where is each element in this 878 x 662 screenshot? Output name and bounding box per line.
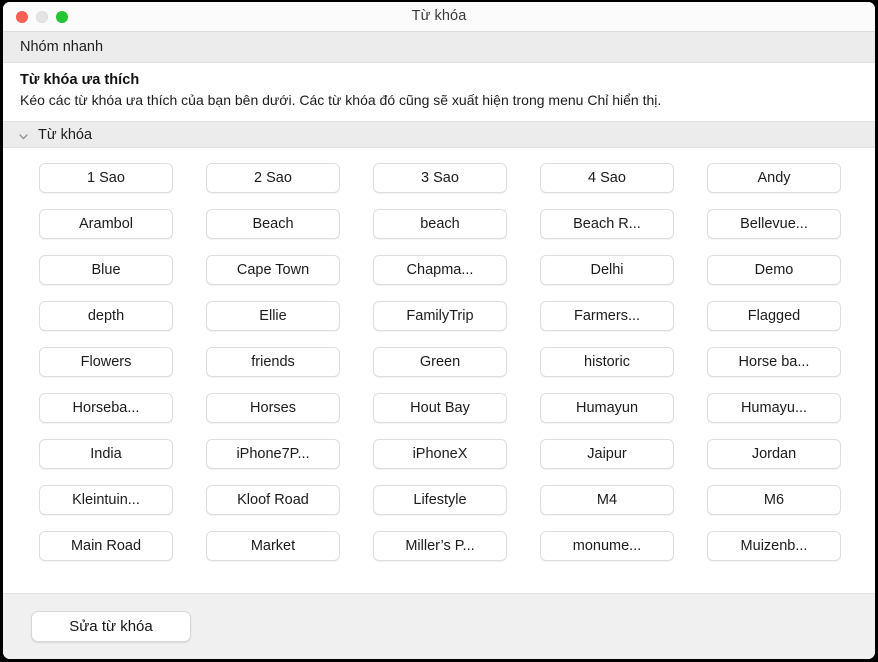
keyword-chip[interactable]: Chapma...	[373, 255, 507, 285]
keyword-chip[interactable]: Beach R...	[540, 209, 674, 239]
keyword-chip[interactable]: monume...	[540, 531, 674, 561]
keyword-chip[interactable]: Market	[206, 531, 340, 561]
keyword-chip[interactable]: iPhoneX	[373, 439, 507, 469]
quick-group-label: Nhóm nhanh	[20, 39, 103, 55]
keyword-chip[interactable]: beach	[373, 209, 507, 239]
keyword-chip[interactable]: Humayun	[540, 393, 674, 423]
quick-group-band: Nhóm nhanh	[3, 32, 875, 63]
chevron-down-icon[interactable]	[18, 129, 29, 140]
keyword-chip[interactable]: Demo	[707, 255, 841, 285]
keyword-chip[interactable]: Delhi	[540, 255, 674, 285]
keywords-section-title: Từ khóa	[38, 127, 92, 143]
keyword-chip[interactable]: 2 Sao	[206, 163, 340, 193]
keywords-grid: 1 Sao 2 Sao 3 Sao 4 Sao Andy Arambol Beach beac…	[3, 148, 875, 575]
keyword-chip[interactable]: Kloof Road	[206, 485, 340, 515]
keyword-chip[interactable]: Horses	[206, 393, 340, 423]
keywords-window: Từ khóa Nhóm nhanh Từ khóa ưa thích Kéo …	[3, 2, 875, 659]
keywords-scroll-area[interactable]: 1 Sao 2 Sao 3 Sao 4 Sao Andy Arambol Beach beac…	[3, 148, 875, 593]
window-titlebar: Từ khóa	[3, 2, 875, 32]
keyword-chip[interactable]: Andy	[707, 163, 841, 193]
window-title: Từ khóa	[3, 2, 875, 31]
keyword-chip[interactable]: Ellie	[206, 301, 340, 331]
keyword-chip[interactable]: 1 Sao	[39, 163, 173, 193]
keyword-chip[interactable]: M4	[540, 485, 674, 515]
keyword-chip[interactable]: Flowers	[39, 347, 173, 377]
keyword-chip[interactable]: Beach	[206, 209, 340, 239]
keyword-chip[interactable]: Cape Town	[206, 255, 340, 285]
favorite-keywords-title: Từ khóa ưa thích	[20, 72, 859, 88]
keyword-chip[interactable]: Farmers...	[540, 301, 674, 331]
keyword-chip[interactable]: Humayu...	[707, 393, 841, 423]
keyword-chip[interactable]: Jordan	[707, 439, 841, 469]
keyword-chip[interactable]: Blue	[39, 255, 173, 285]
keyword-chip[interactable]: depth	[39, 301, 173, 331]
keyword-chip[interactable]: Horseba...	[39, 393, 173, 423]
keyword-chip[interactable]: FamilyTrip	[373, 301, 507, 331]
window-footer: Sửa từ khóa	[3, 593, 875, 659]
keyword-chip[interactable]: 4 Sao	[540, 163, 674, 193]
favorite-keywords-description: Kéo các từ khóa ưa thích của bạn bên dướ…	[20, 91, 859, 110]
keywords-section-header[interactable]: Từ khóa	[3, 121, 875, 148]
keyword-chip[interactable]: Arambol	[39, 209, 173, 239]
keyword-chip[interactable]: Miller’s P...	[373, 531, 507, 561]
keyword-chip[interactable]: friends	[206, 347, 340, 377]
keyword-chip[interactable]: Hout Bay	[373, 393, 507, 423]
keyword-chip[interactable]: historic	[540, 347, 674, 377]
edit-keywords-button[interactable]: Sửa từ khóa	[31, 611, 191, 642]
keyword-chip[interactable]: Jaipur	[540, 439, 674, 469]
keyword-chip[interactable]: iPhone7P...	[206, 439, 340, 469]
keyword-chip[interactable]: Horse ba...	[707, 347, 841, 377]
keyword-chip[interactable]: 3 Sao	[373, 163, 507, 193]
keyword-chip[interactable]: Flagged	[707, 301, 841, 331]
keyword-chip[interactable]: Green	[373, 347, 507, 377]
keyword-chip[interactable]: Kleintuin...	[39, 485, 173, 515]
keyword-chip[interactable]: Bellevue...	[707, 209, 841, 239]
keyword-chip[interactable]: Muizenb...	[707, 531, 841, 561]
keyword-chip[interactable]: Lifestyle	[373, 485, 507, 515]
keyword-chip[interactable]: M6	[707, 485, 841, 515]
keyword-chip[interactable]: India	[39, 439, 173, 469]
keyword-chip[interactable]: Main Road	[39, 531, 173, 561]
favorite-keywords-block: Từ khóa ưa thích Kéo các từ khóa ưa thíc…	[3, 63, 875, 121]
